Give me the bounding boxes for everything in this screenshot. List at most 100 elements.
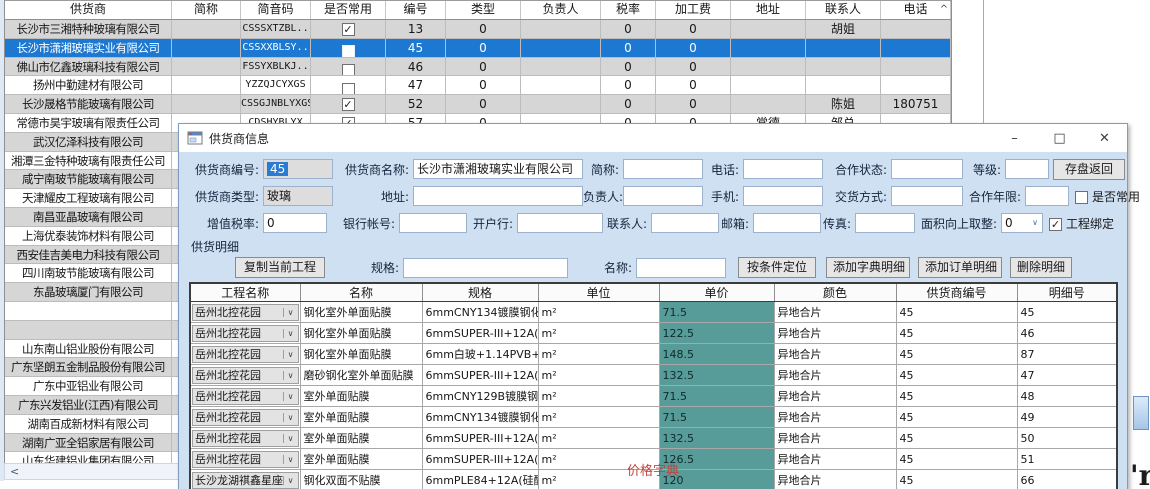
- close-button[interactable]: ✕: [1082, 124, 1127, 152]
- supplier-row[interactable]: 扬州中勤建材有限公司 YZZQJCYXGS 47 0 0 0: [5, 76, 951, 95]
- window-buttons: – □ ✕: [992, 124, 1127, 152]
- dcol-spec[interactable]: 规格: [422, 283, 538, 302]
- detail-row[interactable]: 岳州北控花园∨ 室外单面贴膜 6mmCNY129B镀膜钢化 m² 71.5 异地…: [190, 386, 1117, 407]
- col-contact[interactable]: 联系人: [806, 1, 881, 19]
- dialog-titlebar[interactable]: 供货商信息 – □ ✕: [179, 124, 1127, 152]
- project-bind-checkbox[interactable]: ✓ 工程绑定: [1049, 215, 1114, 232]
- price-cell[interactable]: 71.5: [659, 386, 774, 407]
- mobile-label: 手机:: [703, 188, 743, 205]
- col-supplier[interactable]: 供货商: [5, 1, 172, 19]
- common-use-checkbox[interactable]: 是否常用: [1075, 188, 1140, 205]
- col-type[interactable]: 类型: [446, 1, 521, 19]
- supplier-name-label: 供货商名称:: [333, 161, 413, 178]
- chevron-down-icon: ∨: [283, 413, 298, 422]
- contact-label: 联系人:: [603, 215, 651, 232]
- supplier-type-label: 供货商类型:: [187, 188, 263, 205]
- delete-detail-button[interactable]: 删除明细: [1010, 257, 1072, 278]
- scroll-up-icon[interactable]: ^: [938, 2, 950, 17]
- col-no[interactable]: 编号: [386, 1, 446, 19]
- supplier-name-input[interactable]: 长沙市潇湘玻璃实业有限公司: [413, 159, 583, 179]
- delivery-input[interactable]: [891, 186, 963, 206]
- bank-input[interactable]: [517, 213, 603, 233]
- fax-input[interactable]: [855, 213, 915, 233]
- dcol-project[interactable]: 工程名称: [190, 283, 300, 302]
- dcol-name[interactable]: 名称: [300, 283, 422, 302]
- project-combo[interactable]: 岳州北控花园∨: [192, 430, 299, 447]
- copy-project-button[interactable]: 复制当前工程: [235, 257, 325, 278]
- detail-row[interactable]: 岳州北控花园∨ 室外单面贴膜 6mmCNY134镀膜钢化 m² 71.5 异地合…: [190, 407, 1117, 428]
- delivery-label: 交货方式:: [823, 188, 891, 205]
- supplier-grid-header: 供货商 简称 简音码 是否常用 编号 类型 负责人 税率 加工费 地址 联系人 …: [5, 0, 951, 20]
- manager-input[interactable]: [623, 186, 703, 206]
- project-combo[interactable]: 岳州北控花园∨: [192, 388, 299, 405]
- dcol-unit[interactable]: 单位: [538, 283, 659, 302]
- add-dict-detail-button[interactable]: 添加字典明细: [826, 257, 910, 278]
- dcol-price[interactable]: 单价: [659, 283, 774, 302]
- name-filter-input[interactable]: [636, 258, 726, 278]
- vat-input[interactable]: 0: [263, 213, 327, 233]
- price-cell[interactable]: 148.5: [659, 344, 774, 365]
- coop-years-label: 合作年限:: [963, 188, 1025, 205]
- price-cell[interactable]: 122.5: [659, 323, 774, 344]
- scroll-left-icon[interactable]: <: [10, 465, 19, 478]
- bank-account-label: 银行帐号:: [327, 215, 399, 232]
- dcol-detail-no[interactable]: 明细号: [1017, 283, 1117, 302]
- address-input[interactable]: [413, 186, 583, 206]
- col-tax[interactable]: 税率: [601, 1, 656, 19]
- dcol-supplier-no[interactable]: 供货商编号: [896, 283, 1017, 302]
- email-label: 邮箱:: [719, 215, 753, 232]
- minimize-button[interactable]: –: [992, 124, 1037, 152]
- supplier-no-input[interactable]: 45: [263, 159, 333, 179]
- detail-row[interactable]: 岳州北控花园∨ 磨砂钢化室外单面贴膜 6mmSUPER-III+12A(硅...…: [190, 365, 1117, 386]
- project-combo[interactable]: 岳州北控花园∨: [192, 346, 299, 363]
- project-combo[interactable]: 岳州北控花园∨: [192, 409, 299, 426]
- common-checkbox[interactable]: [342, 64, 355, 75]
- col-abbr[interactable]: 简称: [172, 1, 241, 19]
- supplier-type-input[interactable]: 玻璃: [263, 186, 333, 206]
- supply-detail-label: 供货明细: [191, 238, 1127, 255]
- chevron-down-icon: ∨: [283, 371, 298, 380]
- maximize-button[interactable]: □: [1037, 124, 1082, 152]
- round-up-select[interactable]: 0 ∨: [1001, 213, 1043, 233]
- spec-filter-input[interactable]: [403, 258, 568, 278]
- project-combo[interactable]: 岳州北控花园∨: [192, 367, 299, 384]
- dcol-color[interactable]: 颜色: [774, 283, 896, 302]
- col-code[interactable]: 简音码: [241, 1, 311, 19]
- add-order-detail-button[interactable]: 添加订单明细: [918, 257, 1002, 278]
- common-checkbox[interactable]: [342, 83, 355, 94]
- supplier-row[interactable]: 长沙市三湘特种玻璃有限公司 CSSSXTZBL.. ✓ 13 0 0 0 胡姐: [5, 20, 951, 39]
- col-common[interactable]: 是否常用: [311, 1, 386, 19]
- common-checkbox[interactable]: ✓: [342, 98, 355, 111]
- abbr-input[interactable]: [623, 159, 703, 179]
- save-return-button[interactable]: 存盘返回: [1053, 159, 1125, 180]
- detail-row[interactable]: 岳州北控花园∨ 钢化室外单面贴膜 6mmSUPER-III+12A(硅... m…: [190, 323, 1117, 344]
- common-checkbox[interactable]: [342, 45, 355, 56]
- locate-button[interactable]: 按条件定位: [738, 257, 816, 278]
- email-input[interactable]: [753, 213, 821, 233]
- coop-state-input[interactable]: [891, 159, 963, 179]
- price-cell[interactable]: 132.5: [659, 365, 774, 386]
- phone-label: 电话:: [703, 161, 743, 178]
- price-cell[interactable]: 71.5: [659, 407, 774, 428]
- col-manager[interactable]: 负责人: [521, 1, 601, 19]
- phone-input[interactable]: [743, 159, 823, 179]
- supplier-row[interactable]: 佛山市亿鑫玻璃科技有限公司 FSSYXBLKJ.. 46 0 0 0: [5, 58, 951, 77]
- common-checkbox[interactable]: ✓: [342, 23, 355, 36]
- supplier-row-selected[interactable]: 长沙市潇湘玻璃实业有限公司 CSSXXBLSY.. 45 0 0 0: [5, 39, 951, 58]
- detail-row[interactable]: 岳州北控花园∨ 室外单面贴膜 6mmSUPER-III+12A(硅... m² …: [190, 428, 1117, 449]
- project-combo[interactable]: 岳州北控花园∨: [192, 304, 299, 321]
- price-cell[interactable]: 71.5: [659, 302, 774, 323]
- detail-row[interactable]: 岳州北控花园∨ 钢化室外单面贴膜 6mm白玻+1.14PVB+6mm... m²…: [190, 344, 1117, 365]
- bank-account-input[interactable]: [399, 213, 467, 233]
- col-fee[interactable]: 加工费: [656, 1, 731, 19]
- vat-label: 增值税率:: [187, 215, 263, 232]
- coop-years-input[interactable]: [1025, 186, 1069, 206]
- grade-input[interactable]: [1005, 159, 1049, 179]
- contact-input[interactable]: [651, 213, 719, 233]
- mobile-input[interactable]: [743, 186, 823, 206]
- price-cell[interactable]: 132.5: [659, 428, 774, 449]
- detail-row[interactable]: 岳州北控花园∨ 钢化室外单面贴膜 6mmCNY134镀膜钢化 m² 71.5 异…: [190, 302, 1117, 323]
- project-combo[interactable]: 岳州北控花园∨: [192, 325, 299, 342]
- supplier-row[interactable]: 长沙晟格节能玻璃有限公司 CSSGJNBLYXGS ✓ 52 0 0 0 陈姐 …: [5, 95, 951, 114]
- col-address[interactable]: 地址: [731, 1, 806, 19]
